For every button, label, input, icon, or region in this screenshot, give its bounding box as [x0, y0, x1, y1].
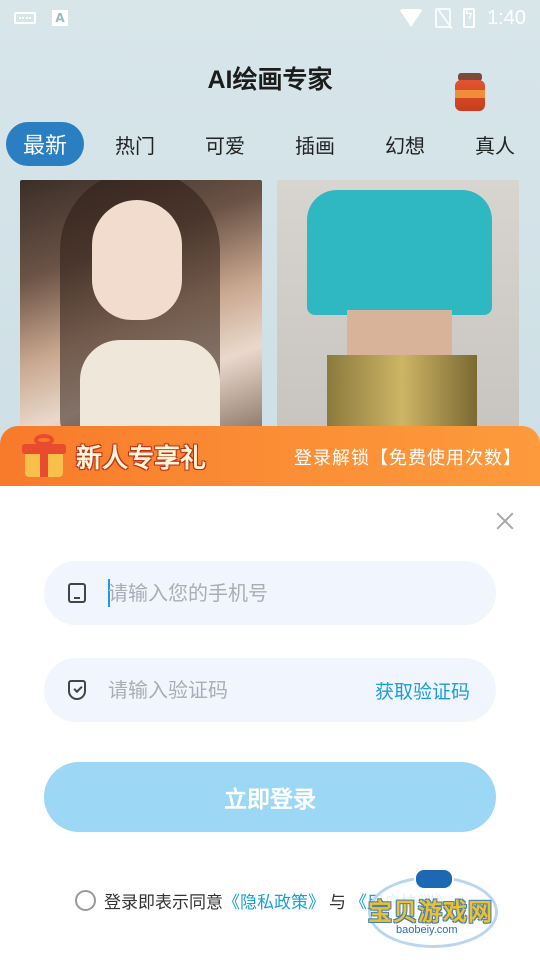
tab-real-person[interactable]: 真人: [456, 122, 534, 166]
verification-code-field[interactable]: 获取验证码: [44, 658, 496, 722]
get-code-button[interactable]: 获取验证码: [375, 677, 470, 704]
font-app-icon: A: [52, 10, 68, 26]
verification-code-input[interactable]: [108, 658, 408, 722]
promo-subtitle: 登录解锁【免费使用次数】: [294, 448, 522, 469]
close-icon[interactable]: [492, 508, 518, 534]
tab-latest[interactable]: 最新: [6, 122, 84, 166]
phone-field[interactable]: [44, 561, 496, 625]
tab-illustration[interactable]: 插画: [276, 122, 354, 166]
phone-input[interactable]: [108, 561, 408, 625]
battery-charging-icon: [463, 7, 476, 28]
gift-icon: [22, 434, 66, 478]
keyboard-icon: [14, 12, 36, 24]
promo-title: 新人专享礼: [76, 444, 207, 474]
watermark-url: baobeiy.com: [396, 924, 458, 936]
tab-fantasy[interactable]: 幻想: [366, 122, 444, 166]
jar-icon[interactable]: [455, 73, 485, 111]
status-bar: A 1:40: [0, 0, 540, 36]
new-user-promo-banner: 新人专享礼 登录解锁【免费使用次数】: [0, 426, 540, 488]
category-tabs: 最新 热门 可爱 插画 幻想 真人: [0, 122, 540, 168]
gallery-image-portrait[interactable]: [20, 180, 262, 430]
wifi-icon: [399, 9, 424, 27]
status-time: 1:40: [487, 6, 526, 29]
gallery-image-outfit[interactable]: [277, 180, 519, 430]
no-sim-icon: [435, 8, 452, 28]
agree-conjunction: 与: [329, 892, 346, 913]
privacy-policy-link[interactable]: 《隐私政策》: [223, 888, 325, 913]
tab-hot[interactable]: 热门: [96, 122, 174, 166]
agree-radio[interactable]: [75, 889, 96, 911]
login-button[interactable]: 立即登录: [44, 762, 496, 832]
agree-text: 登录即表示同意: [104, 892, 223, 913]
tab-cute[interactable]: 可爱: [186, 122, 264, 166]
watermark-logo: 宝贝游戏网 baobeiy.com: [360, 864, 510, 954]
shield-check-icon: [68, 680, 86, 700]
gamepad-icon: [414, 868, 454, 890]
watermark-text: 宝贝游戏网: [368, 898, 493, 926]
phone-icon: [68, 583, 86, 603]
